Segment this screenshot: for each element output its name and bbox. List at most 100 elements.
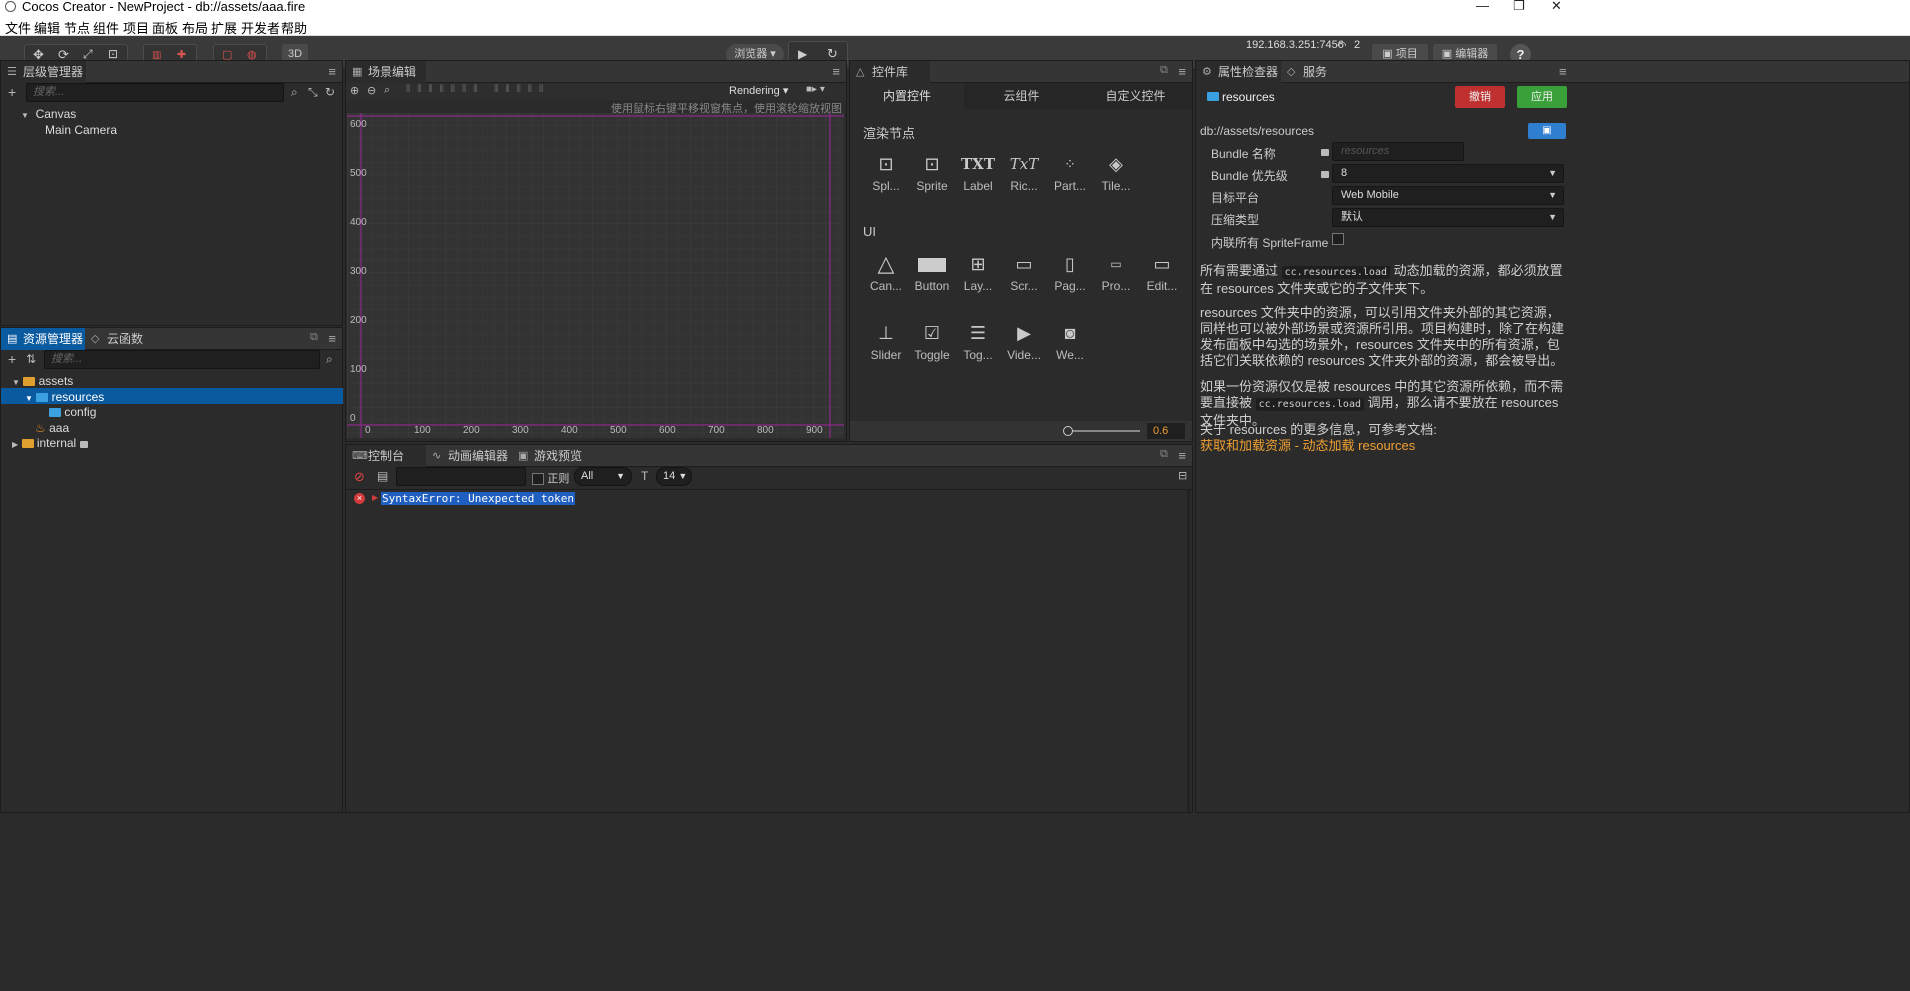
console-filter-input[interactable] bbox=[396, 467, 526, 486]
zoom-in-icon[interactable]: ⊕ bbox=[350, 84, 359, 97]
tab-scene-editor[interactable]: ▦场景编辑器 bbox=[346, 61, 426, 101]
comp-progressbar[interactable]: ▭ Pro... bbox=[1093, 249, 1139, 293]
panel-menu-icon[interactable]: ≡ bbox=[328, 331, 336, 346]
panel-menu-icon[interactable]: ≡ bbox=[832, 64, 840, 79]
target-platform-select[interactable]: Web Mobile ▼ bbox=[1332, 186, 1564, 205]
tab-control-library[interactable]: △ 控件库 bbox=[850, 61, 930, 83]
zoom-slider-track[interactable] bbox=[1070, 430, 1140, 432]
zoom-value[interactable]: 0.6 bbox=[1147, 423, 1185, 439]
collapse-icon[interactable]: ⤡ bbox=[308, 85, 318, 100]
open-log-icon[interactable]: ▤ bbox=[377, 469, 388, 483]
bundle-priority-select[interactable]: 8 ▼ bbox=[1332, 164, 1564, 183]
comp-button[interactable]: Button bbox=[909, 249, 955, 293]
zoom-slider-handle[interactable] bbox=[1063, 426, 1073, 436]
tree-node-main-camera[interactable]: Main Camera bbox=[45, 123, 117, 137]
menu-file[interactable]: 文件 bbox=[5, 18, 31, 37]
menu-help[interactable]: 帮助 bbox=[281, 18, 307, 37]
tab-cloud-functions[interactable]: ◇ 云函数 bbox=[85, 328, 155, 350]
tree-node-canvas[interactable]: ▼ Canvas bbox=[21, 107, 76, 121]
panel-menu-icon[interactable]: ≡ bbox=[1559, 64, 1903, 79]
asset-config[interactable]: config bbox=[49, 405, 96, 419]
menu-edit[interactable]: 编辑 bbox=[34, 18, 60, 37]
camera-icon[interactable]: ■▸ ▾ bbox=[806, 84, 825, 95]
asset-aaa[interactable]: ♨ aaa bbox=[35, 421, 69, 435]
panel-menu-icon[interactable]: ≡ bbox=[328, 64, 336, 79]
search-icon[interactable]: ⌕ bbox=[326, 352, 333, 367]
expand-error-icon[interactable]: ▶ bbox=[372, 493, 378, 502]
zoom-out-icon[interactable]: ⊖ bbox=[367, 84, 376, 97]
compress-type-select[interactable]: 默认 ▼ bbox=[1332, 208, 1564, 227]
comp-editbox[interactable]: ▭ Edit... bbox=[1139, 249, 1185, 293]
regex-checkbox[interactable]: 正则 bbox=[532, 470, 569, 486]
tab-inspector[interactable]: ⚙ 属性检查器 bbox=[1196, 61, 1281, 83]
panel-menu-icon[interactable]: ≡ bbox=[1178, 448, 1186, 463]
checkbox-box[interactable] bbox=[532, 472, 544, 485]
asset-resources[interactable]: ▼ resources bbox=[25, 390, 104, 404]
comp-scrollview[interactable]: ▭ Scr... bbox=[1001, 249, 1047, 293]
tab-services[interactable]: ◇ 服务 bbox=[1281, 61, 1341, 83]
expand-arrow-icon[interactable]: ▼ bbox=[25, 394, 33, 403]
tab-game-preview[interactable]: ▣ 游戏预览 bbox=[512, 445, 592, 467]
show-in-folder-button[interactable]: ▣ bbox=[1528, 123, 1566, 139]
subtab-cloud[interactable]: 云组件 bbox=[965, 83, 1078, 109]
panel-menu-icon[interactable]: ≡ bbox=[1178, 64, 1186, 79]
comp-label[interactable]: TXT Label bbox=[955, 149, 1001, 193]
comp-videoplayer[interactable]: ▶ Vide... bbox=[1001, 318, 1047, 362]
comp-tiledmap[interactable]: ◈ Tile... bbox=[1093, 149, 1139, 193]
menu-project[interactable]: 项目 bbox=[123, 18, 149, 37]
comp-sprite[interactable]: ⊡ Sprite bbox=[909, 149, 955, 193]
collapse-log-icon[interactable]: ⊟ bbox=[1178, 469, 1187, 482]
docs-link[interactable]: 获取和加载资源 - 动态加载 resources bbox=[1200, 438, 1570, 454]
zoom-reset-icon[interactable]: ⌕ bbox=[384, 84, 390, 97]
inline-spriteframe-checkbox[interactable] bbox=[1332, 233, 1344, 245]
menu-developer[interactable]: 开发者 bbox=[241, 18, 280, 37]
tab-hierarchy[interactable]: ☰ 层级管理器 bbox=[1, 61, 86, 83]
bundle-name-input[interactable]: resources bbox=[1332, 142, 1464, 161]
sort-icon[interactable]: ⇅ bbox=[26, 352, 36, 366]
refresh-icon[interactable]: ↻ bbox=[325, 85, 335, 99]
restore-icon[interactable]: ❐ bbox=[1513, 0, 1525, 14]
log-level-select[interactable]: All ▼ bbox=[574, 467, 632, 486]
comp-richtext[interactable]: TxT Ric... bbox=[1001, 149, 1047, 193]
expand-arrow-icon[interactable]: ▼ bbox=[12, 378, 20, 387]
revert-button[interactable]: 撤销 bbox=[1455, 86, 1505, 108]
popout-icon[interactable]: ⧉ bbox=[1160, 448, 1168, 461]
clear-console-icon[interactable]: ⊘ bbox=[354, 469, 365, 485]
comp-sprite-splash[interactable]: ⊡ Spl... bbox=[863, 149, 909, 193]
menu-layout[interactable]: 布局 bbox=[182, 18, 208, 37]
subtab-custom[interactable]: 自定义控件 bbox=[1079, 83, 1192, 109]
tab-assets[interactable]: ▤ 资源管理器 bbox=[1, 328, 85, 350]
popout-icon[interactable]: ⧉ bbox=[310, 331, 318, 344]
comp-layout[interactable]: ⊞ Lay... bbox=[955, 249, 1001, 293]
tab-animation[interactable]: ∿ 动画编辑器 bbox=[426, 445, 512, 467]
subtab-builtin[interactable]: 内置控件 bbox=[850, 83, 964, 109]
hierarchy-search-input[interactable]: 搜索... bbox=[26, 83, 284, 102]
comp-webview[interactable]: ◙ We... bbox=[1047, 318, 1093, 362]
align-tools-icon[interactable]: ⫴⫴⫴⫴⫴⫴⫴ ⫴⫴⫴⫴⫴ bbox=[406, 84, 550, 95]
rendering-select[interactable]: Rendering ▾ bbox=[729, 84, 788, 97]
asset-internal[interactable]: ▶ internal bbox=[12, 436, 88, 450]
comp-togglegroup[interactable]: ☰ Tog... bbox=[955, 318, 1001, 362]
console-scrollbar[interactable] bbox=[1187, 490, 1190, 812]
asset-assets[interactable]: ▼ assets bbox=[12, 374, 73, 388]
font-size-select[interactable]: 14 ▼ bbox=[656, 467, 692, 486]
tab-console[interactable]: ⌨ 控制台 bbox=[346, 445, 426, 467]
comp-particle[interactable]: ⁘ Part... bbox=[1047, 149, 1093, 193]
menu-extension[interactable]: 扩展 bbox=[211, 18, 237, 37]
apply-button[interactable]: 应用 bbox=[1517, 86, 1567, 108]
assets-search-input[interactable]: 搜索... bbox=[44, 350, 320, 369]
menu-panel[interactable]: 面板 bbox=[152, 18, 178, 37]
error-message[interactable]: SyntaxError: Unexpected token bbox=[381, 492, 576, 505]
expand-arrow-icon[interactable]: ▼ bbox=[21, 111, 29, 120]
comp-toggle[interactable]: ☑ Toggle bbox=[909, 318, 955, 362]
expand-arrow-icon[interactable]: ▶ bbox=[12, 440, 18, 449]
menu-component[interactable]: 组件 bbox=[93, 18, 119, 37]
add-asset-icon[interactable]: + bbox=[8, 351, 16, 367]
scene-viewport[interactable]: 600 500 400 300 200 100 0 0 100 200 300 … bbox=[347, 113, 844, 438]
minimize-icon[interactable]: — bbox=[1476, 0, 1489, 13]
search-icon[interactable]: ⌕ bbox=[291, 85, 298, 100]
comp-pageview[interactable]: ▯ Pag... bbox=[1047, 249, 1093, 293]
comp-slider[interactable]: ⊥ Slider bbox=[863, 318, 909, 362]
popout-icon[interactable]: ⧉ bbox=[1160, 64, 1168, 77]
menu-node[interactable]: 节点 bbox=[64, 18, 90, 37]
